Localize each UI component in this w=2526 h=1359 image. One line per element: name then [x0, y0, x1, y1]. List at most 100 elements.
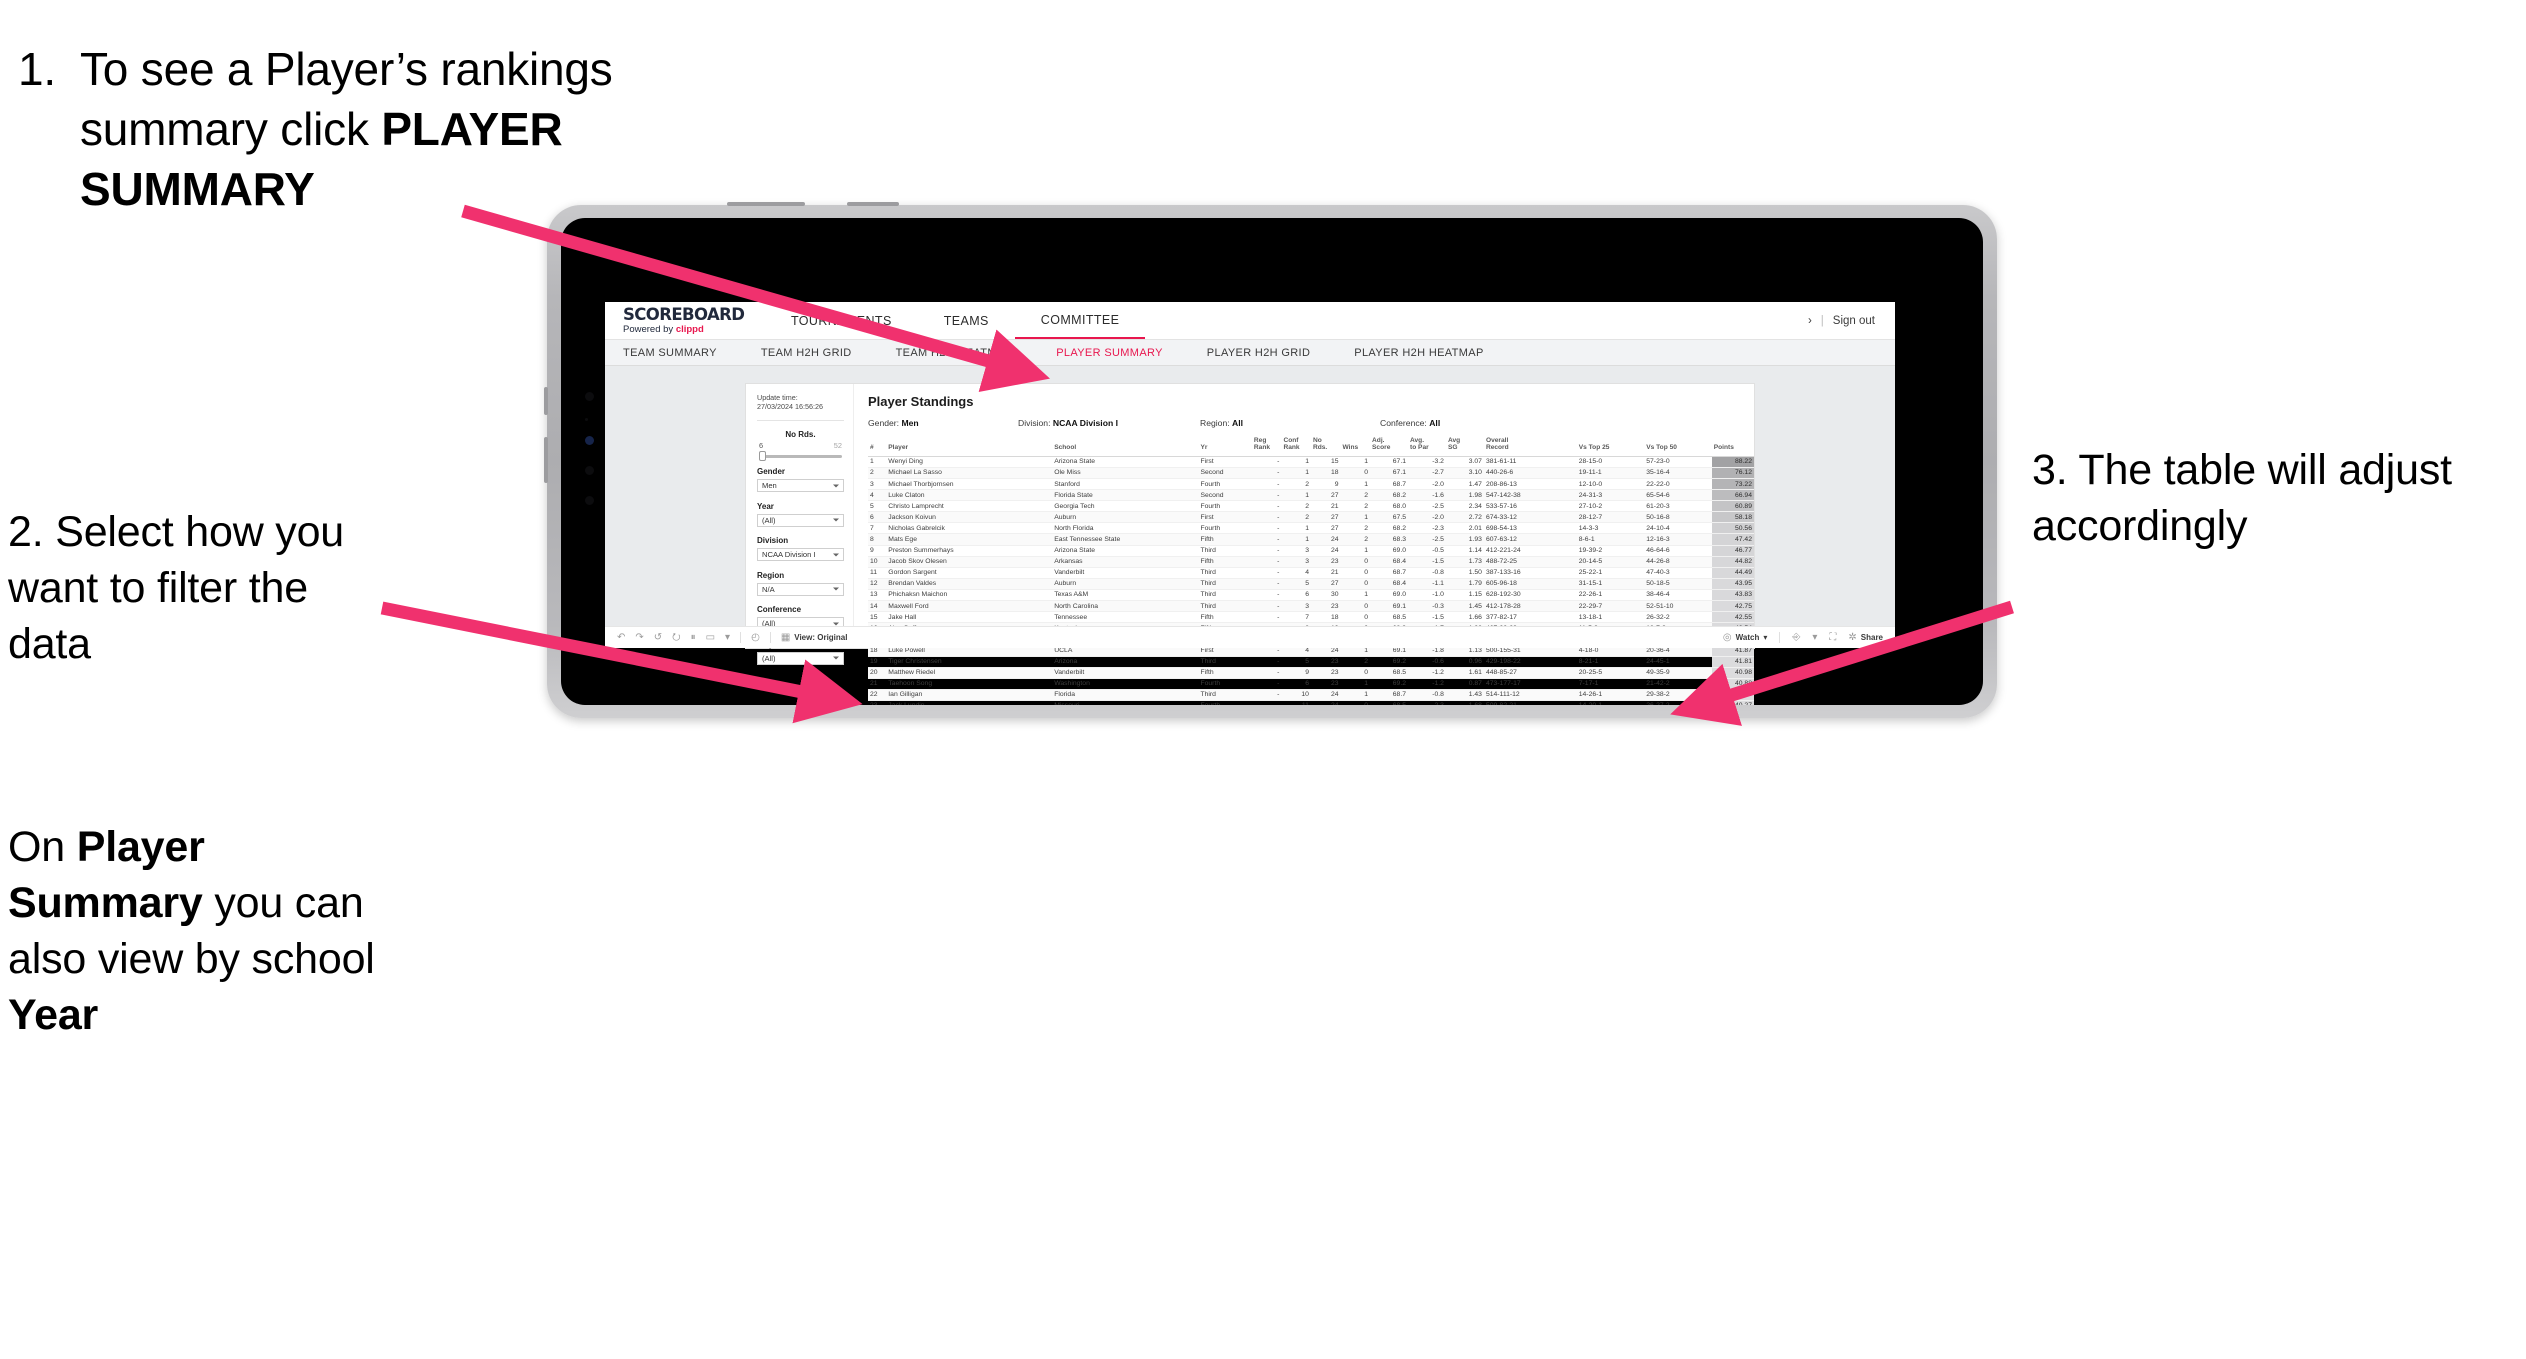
col-conf-rank[interactable]: Conf Rank — [1281, 437, 1311, 457]
col-points[interactable]: Points — [1711, 437, 1754, 457]
undo-icon[interactable]: ↶ — [617, 632, 625, 643]
download-icon[interactable]: ⎆ — [1792, 632, 1800, 643]
meta-gender-label: Gender: — [868, 418, 902, 428]
cell-pts: 46.77 — [1711, 545, 1754, 557]
table-row[interactable]: 13 Phichaksn Maichon Texas A&M Third -6 30 1 69… — [868, 589, 1754, 602]
year-select[interactable]: (All) — [757, 513, 844, 527]
cell-t50: 24-10-4 — [1644, 522, 1712, 535]
region-select[interactable]: N/A — [757, 582, 844, 596]
cell-sg: 0.96 — [1445, 656, 1484, 668]
download-caret-icon[interactable]: ▾ — [1812, 632, 1817, 643]
subtab-team-h2h-grid[interactable]: TEAM H2H GRID — [739, 347, 874, 359]
chevron-right-icon[interactable]: › — [1808, 315, 1812, 327]
col-avg-sg[interactable]: Avg SG — [1445, 437, 1484, 457]
annotation-step-2: 2. Select how you want to filter the dat… — [8, 505, 398, 673]
table-row[interactable]: 6 Jackson Koivun Auburn First -2 27 1 67.5 -2.0 2… — [868, 511, 1754, 524]
col-no-rds[interactable]: No Rds. — [1310, 437, 1341, 457]
col-overall-record[interactable]: Overall Record — [1483, 437, 1577, 457]
table-row[interactable]: 2 Michael La Sasso Ole Miss Second -1 18 0 67.1… — [868, 467, 1754, 480]
fullscreen-icon[interactable]: ⛶ — [1829, 632, 1836, 643]
cell-atp: -1.6 — [1408, 489, 1446, 502]
subtab-player-summary[interactable]: PLAYER SUMMARY — [1034, 347, 1185, 359]
no-rounds-slider-handle[interactable] — [759, 451, 766, 462]
cell-t50: 49-35-9 — [1644, 667, 1712, 679]
clock-icon[interactable]: ◴ — [751, 632, 760, 643]
sign-out-link[interactable]: Sign out — [1833, 315, 1875, 327]
cell-num: 13 — [868, 589, 887, 602]
cell-num: 11 — [868, 567, 887, 579]
table-row[interactable]: 19 Tiger Christensen Arizona Third -5 23 2 69.2… — [868, 656, 1754, 668]
table-row[interactable]: 4 Luke Claton Florida State Second -1 27 2 68.2… — [868, 489, 1754, 502]
col-yr[interactable]: Yr — [1198, 437, 1252, 457]
pause-icon[interactable]: ⏸ — [691, 632, 696, 643]
table-row[interactable]: 3 Michael Thorbjornsen Stanford Fourth -2 9 1 6… — [868, 478, 1754, 491]
table-row[interactable]: 22 Ian Gilligan Florida Third -10 24 1 68.7 -0.8… — [868, 689, 1754, 701]
cell-adj: 67.1 — [1370, 456, 1408, 468]
division-select[interactable]: NCAA Division I — [757, 548, 844, 562]
col-avg-to-par[interactable]: Avg. to Par — [1408, 437, 1446, 457]
revert-icon[interactable]: ↺ — [654, 632, 662, 643]
subtab-player-h2h-grid[interactable]: PLAYER H2H GRID — [1185, 347, 1332, 359]
table-row[interactable]: 23Jack LundinMissouriFourth-1124068.5-2.… — [868, 700, 1754, 705]
table-row[interactable]: 15 Jake Hall Tennessee Fifth -7 18 0 68.5 -1.5 1.… — [868, 611, 1754, 624]
table-row[interactable]: 20 Matthew Riedel Vanderbilt Fifth -9 23 0 68.5… — [868, 667, 1754, 679]
cell-atp: -2.3 — [1408, 700, 1446, 705]
cell-atp: -3.2 — [1408, 456, 1446, 468]
cell-wins: 1 — [1340, 589, 1371, 602]
no-rounds-slider-track[interactable] — [759, 451, 842, 462]
meta-division-label: Division: — [1018, 418, 1053, 428]
meta-region-value: All — [1232, 418, 1243, 428]
table-row[interactable]: 7 Nicholas Gabrelcik North Florida Fourth -1… — [868, 522, 1754, 535]
cell-nr: 23 — [1310, 556, 1341, 568]
col-player[interactable]: Player — [886, 437, 1053, 457]
table-row[interactable]: 9 Preston Summerhays Arizona State Third -3 2… — [868, 545, 1754, 557]
col-adj-score[interactable]: Adj. Score — [1370, 437, 1408, 457]
cell-yr: Third — [1198, 567, 1252, 579]
player-select[interactable]: (All) — [757, 651, 844, 665]
device-caret-icon[interactable]: ▾ — [725, 632, 730, 643]
table-row[interactable]: 8 Mats Ege East Tennessee State Fifth -1 24 2 6… — [868, 533, 1754, 546]
table-row[interactable]: 21 Taehoon Song Washington Fourth -6 23 1 69.2-… — [868, 678, 1754, 690]
tablet-device: SCOREBOARD Powered by clippd TOURNAMENTS… — [544, 202, 1997, 718]
device-layout-icon[interactable]: ▭ — [706, 632, 715, 643]
view-original-button[interactable]: ▦ View: Original — [781, 632, 848, 643]
table-row[interactable]: 1 Wenyi Ding Arizona State First -1 15 1 67.1 -3… — [868, 456, 1754, 468]
refresh-icon[interactable]: ⭮ — [672, 632, 680, 643]
table-row[interactable]: 10 Jacob Skov Olesen Arkansas Fifth -3 23 0 68.… — [868, 556, 1754, 568]
gender-select[interactable]: Men — [757, 479, 844, 493]
col-vs-top-50[interactable]: Vs Top 50 — [1644, 437, 1712, 457]
cell-wins: 2 — [1340, 500, 1371, 513]
cell-t25: 14-20-1 — [1576, 700, 1645, 705]
table-row[interactable]: 14 Maxwell Ford North Carolina Third -3 23 0 69… — [868, 600, 1754, 613]
subtab-team-summary[interactable]: TEAM SUMMARY — [623, 347, 739, 359]
cell-adj: 68.4 — [1370, 556, 1408, 568]
col-reg-rank[interactable]: Reg Rank — [1251, 437, 1282, 457]
cell-wins: 1 — [1340, 478, 1371, 491]
cell-player: Jake Hall — [886, 611, 1053, 624]
share-button[interactable]: ✲ Share — [1848, 632, 1883, 643]
cell-nr: 18 — [1310, 467, 1341, 480]
nav-committee[interactable]: COMMITTEE — [1014, 302, 1146, 339]
redo-icon[interactable]: ↷ — [635, 632, 643, 643]
cell-atp: -1.5 — [1408, 556, 1446, 568]
table-row[interactable]: 5 Christo Lamprecht Georgia Tech Fourth -2 21… — [868, 500, 1754, 513]
cell-wins: 0 — [1340, 700, 1371, 705]
cell-yr: Fourth — [1198, 478, 1252, 491]
nav-teams[interactable]: TEAMS — [918, 302, 1015, 339]
cell-nr: 23 — [1310, 600, 1341, 613]
cell-player: Ian Gilligan — [886, 689, 1053, 701]
subtab-team-h2h-heatmap[interactable]: TEAM H2H HEATMAP — [874, 347, 1035, 359]
nav-tournaments[interactable]: TOURNAMENTS — [765, 302, 918, 339]
subtab-player-h2h-heatmap[interactable]: PLAYER H2H HEATMAP — [1332, 347, 1505, 359]
table-row[interactable]: 11 Gordon Sargent Vanderbilt Third -4 21 0 68.7… — [868, 567, 1754, 579]
table-row[interactable]: 12 Brendan Valdes Auburn Third -5 27 0 68.4 -1.1… — [868, 578, 1754, 590]
cell-t50: 47-40-3 — [1644, 567, 1712, 579]
cell-t25: 19-11-1 — [1576, 467, 1645, 480]
watch-button[interactable]: ◎ Watch ▾ — [1723, 632, 1767, 643]
col-vs-top-25[interactable]: Vs Top 25 — [1576, 437, 1645, 457]
col-wins[interactable]: Wins — [1340, 437, 1371, 457]
cell-adj: 68.2 — [1370, 522, 1408, 535]
col-school[interactable]: School — [1052, 437, 1199, 457]
tablet-button-top-2 — [847, 202, 899, 206]
col-rank[interactable]: # — [868, 437, 887, 457]
